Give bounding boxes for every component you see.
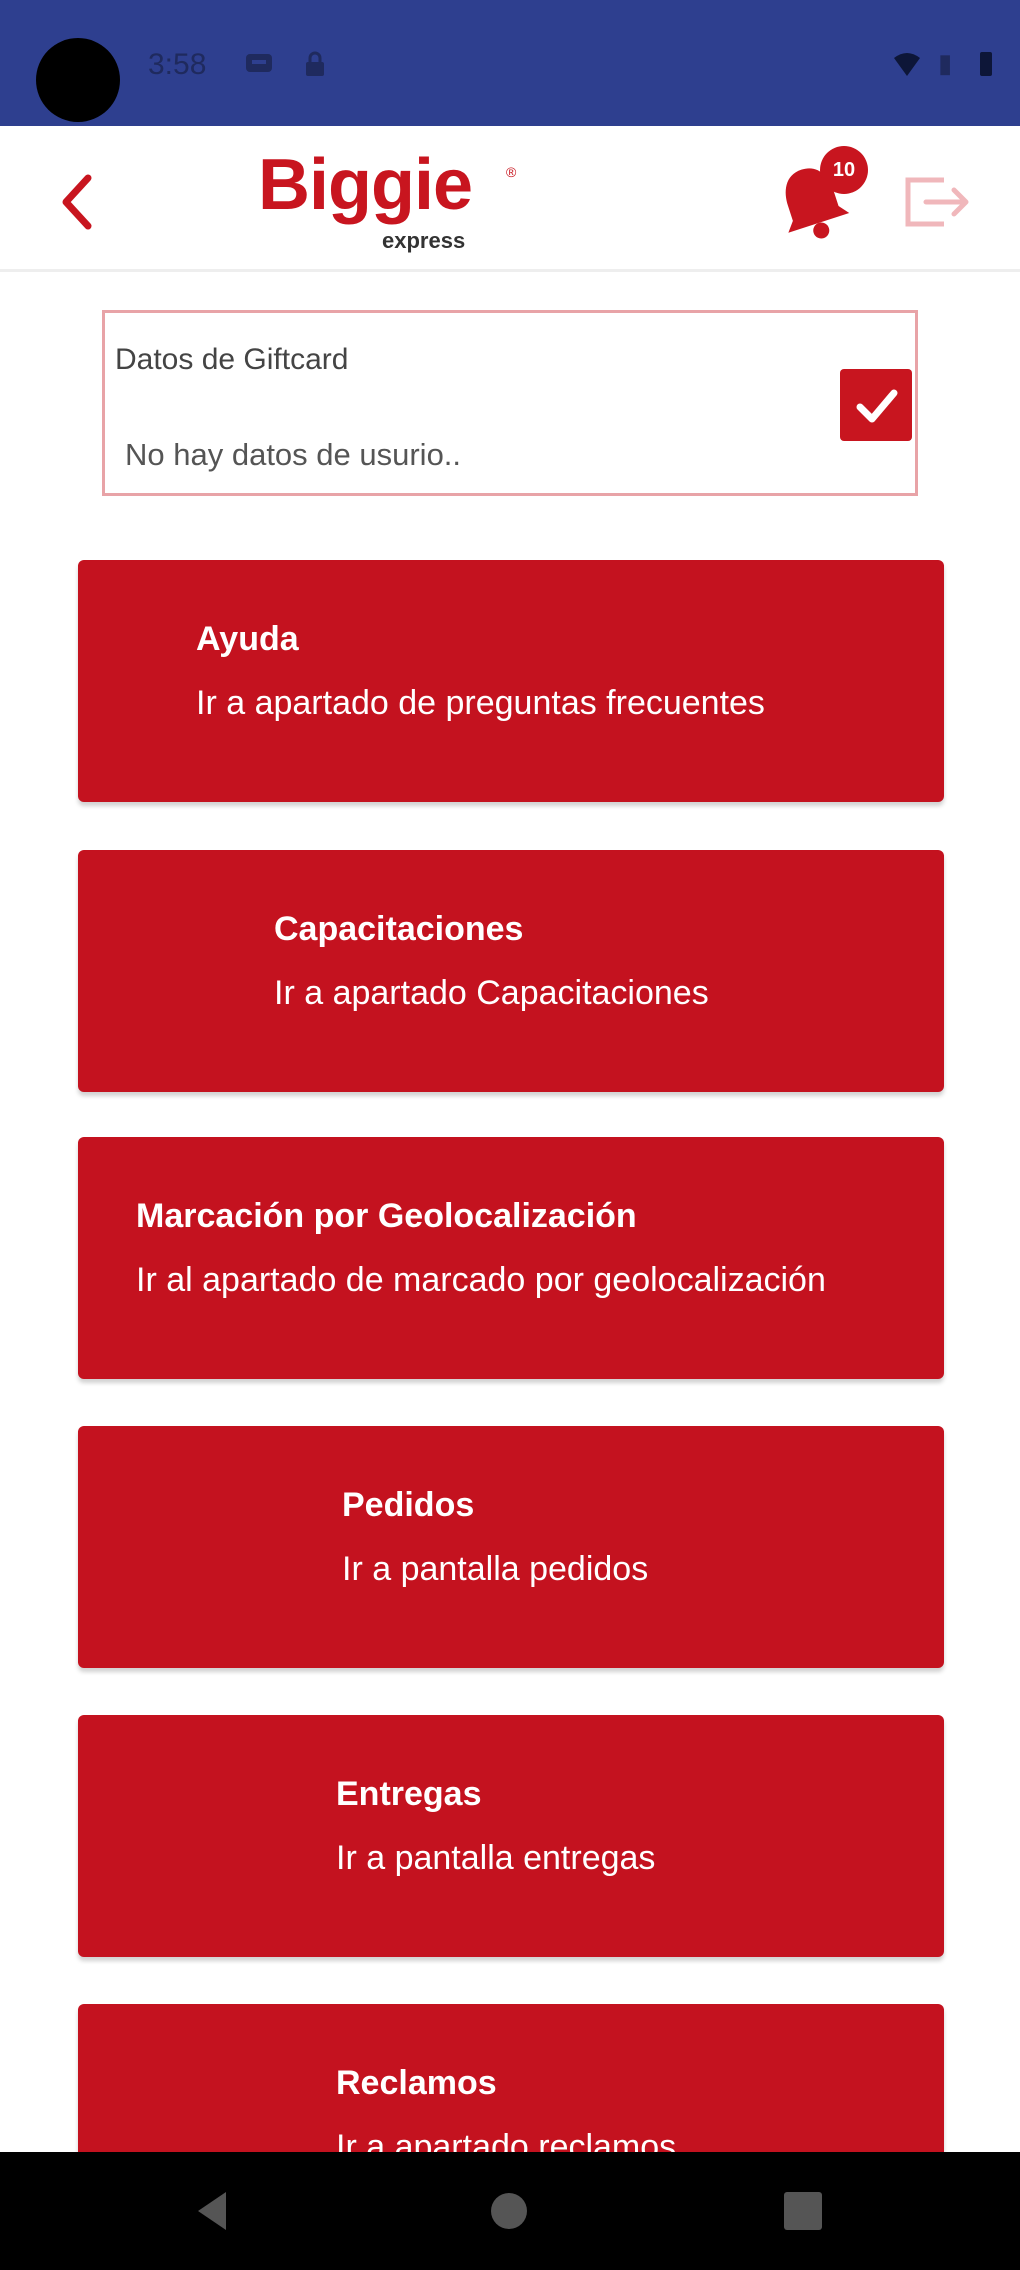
menu-card-subtitle: Ir a pantalla pedidos <box>342 1550 649 1588</box>
menu-card-ayuda[interactable]: Ayuda Ir a apartado de preguntas frecuen… <box>78 560 944 802</box>
camera-cutout <box>36 38 120 122</box>
menu-card-title: Capacitaciones <box>274 910 524 948</box>
screen: 3:58 ▮ Biggie ® express 10 Datos de Gift… <box>0 0 1020 2270</box>
giftcard-title: Datos de Giftcard <box>115 343 349 376</box>
message-icon <box>246 54 272 72</box>
lock-icon <box>306 51 324 76</box>
battery-icon <box>980 52 992 76</box>
giftcard-panel: Datos de Giftcard No hay datos de usurio… <box>102 310 918 496</box>
menu-card-subtitle: Ir a pantalla entregas <box>336 1839 656 1877</box>
recents-nav-icon[interactable] <box>776 2184 830 2238</box>
menu-card-title: Entregas <box>336 1775 482 1813</box>
brand-name: Biggie <box>258 145 473 225</box>
menu-card-title: Marcación por Geolocalización <box>136 1197 637 1235</box>
status-time: 3:58 <box>148 48 207 81</box>
menu-card-subtitle: Ir al apartado de marcado por geolocaliz… <box>136 1261 826 1299</box>
menu-card-pedidos[interactable]: Pedidos Ir a pantalla pedidos <box>78 1426 944 1668</box>
registered-mark: ® <box>506 164 517 180</box>
menu-card-title: Ayuda <box>196 620 299 658</box>
wifi-icon <box>894 53 920 76</box>
notification-badge: 10 <box>820 146 868 194</box>
home-nav-icon[interactable] <box>482 2184 536 2238</box>
menu-card-reclamos[interactable]: Reclamos Ir a apartado reclamos <box>78 2004 944 2152</box>
system-nav-bar <box>0 2152 1020 2270</box>
app-bar: Biggie ® express 10 <box>0 126 1020 272</box>
giftcard-checkbox[interactable] <box>840 369 912 441</box>
menu-card-capacitaciones[interactable]: Capacitaciones Ir a apartado Capacitacio… <box>78 850 944 1092</box>
menu-card-subtitle: Ir a apartado Capacitaciones <box>274 974 709 1012</box>
menu-card-title: Pedidos <box>342 1486 475 1524</box>
menu-card-subtitle: Ir a apartado de preguntas frecuentes <box>196 684 765 722</box>
back-nav-icon[interactable] <box>186 2184 240 2238</box>
brand-subtitle: express <box>382 228 466 253</box>
status-bar: 3:58 ▮ <box>0 0 1020 126</box>
logout-icon[interactable] <box>900 168 974 234</box>
menu-card-subtitle: Ir a apartado reclamos <box>336 2128 677 2152</box>
menu-card-title: Reclamos <box>336 2064 497 2102</box>
check-icon <box>856 389 898 423</box>
menu-card-geolocalizacion[interactable]: Marcación por Geolocalización Ir al apar… <box>78 1137 944 1379</box>
notifications-button[interactable]: 10 <box>770 146 870 246</box>
menu-card-entregas[interactable]: Entregas Ir a pantalla entregas <box>78 1715 944 1957</box>
chevron-left-icon[interactable] <box>50 166 110 236</box>
brand-logo: Biggie ® express <box>258 144 518 264</box>
signal-icon: ▮ <box>938 48 953 78</box>
giftcard-message: No hay datos de usurio.. <box>125 437 462 472</box>
